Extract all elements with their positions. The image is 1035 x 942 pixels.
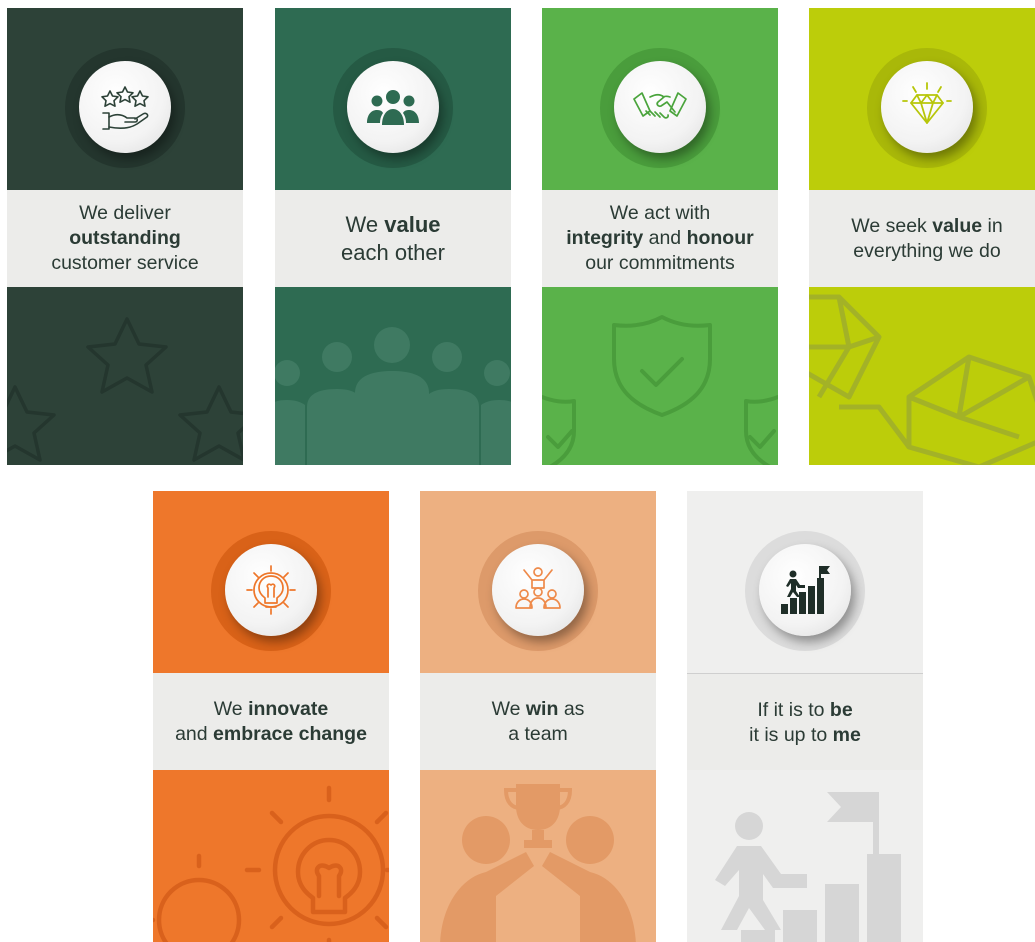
icon-disc	[759, 544, 851, 636]
value-card-service: We deliver outstanding customer service	[7, 8, 243, 465]
diamond-pattern	[809, 287, 1035, 465]
card-header	[687, 491, 923, 673]
stars-pattern	[7, 287, 243, 465]
icon-disc	[225, 544, 317, 636]
card-text: We value each other	[275, 190, 511, 287]
card-header	[7, 8, 243, 190]
diamond-icon	[902, 82, 952, 124]
icon-disc	[79, 61, 171, 153]
icon-disc	[881, 61, 973, 153]
value-card-value: We value each other	[275, 8, 511, 465]
value-card-up-to-me: If it is to be it is up to me	[687, 491, 923, 942]
handshake-icon	[633, 92, 687, 119]
value-card-innovate: We innovate and embrace change	[153, 491, 389, 942]
value-card-win-team: We win as a team	[420, 491, 656, 942]
people-pattern	[275, 287, 511, 465]
hand-stars-icon	[101, 86, 149, 130]
card-text: We deliver outstanding customer service	[7, 190, 243, 287]
card-header	[275, 8, 511, 190]
card-text: We act with integrity and honour our com…	[542, 190, 778, 287]
people-group-icon	[367, 90, 419, 125]
card-header	[542, 8, 778, 190]
lightbulb-gear-icon	[246, 565, 296, 615]
stairs-pattern	[687, 770, 923, 942]
climbing-stairs-icon	[781, 566, 830, 614]
card-text: We innovate and embrace change	[153, 673, 389, 770]
card-header	[809, 8, 1035, 190]
card-header	[153, 491, 389, 673]
icon-disc	[492, 544, 584, 636]
team-celebration-icon	[515, 567, 561, 609]
gear-bulb-pattern	[153, 770, 389, 942]
card-text: If it is to be it is up to me	[687, 673, 923, 772]
card-header	[420, 491, 656, 673]
value-card-seek-value: We seek value in everything we do	[809, 8, 1035, 465]
icon-disc	[614, 61, 706, 153]
value-card-integrity: We act with integrity and honour our com…	[542, 8, 778, 465]
trophy-pattern	[420, 770, 656, 942]
shield-pattern	[542, 287, 778, 465]
icon-disc	[347, 61, 439, 153]
card-text: We seek value in everything we do	[809, 190, 1035, 287]
card-text: We win as a team	[420, 673, 656, 770]
